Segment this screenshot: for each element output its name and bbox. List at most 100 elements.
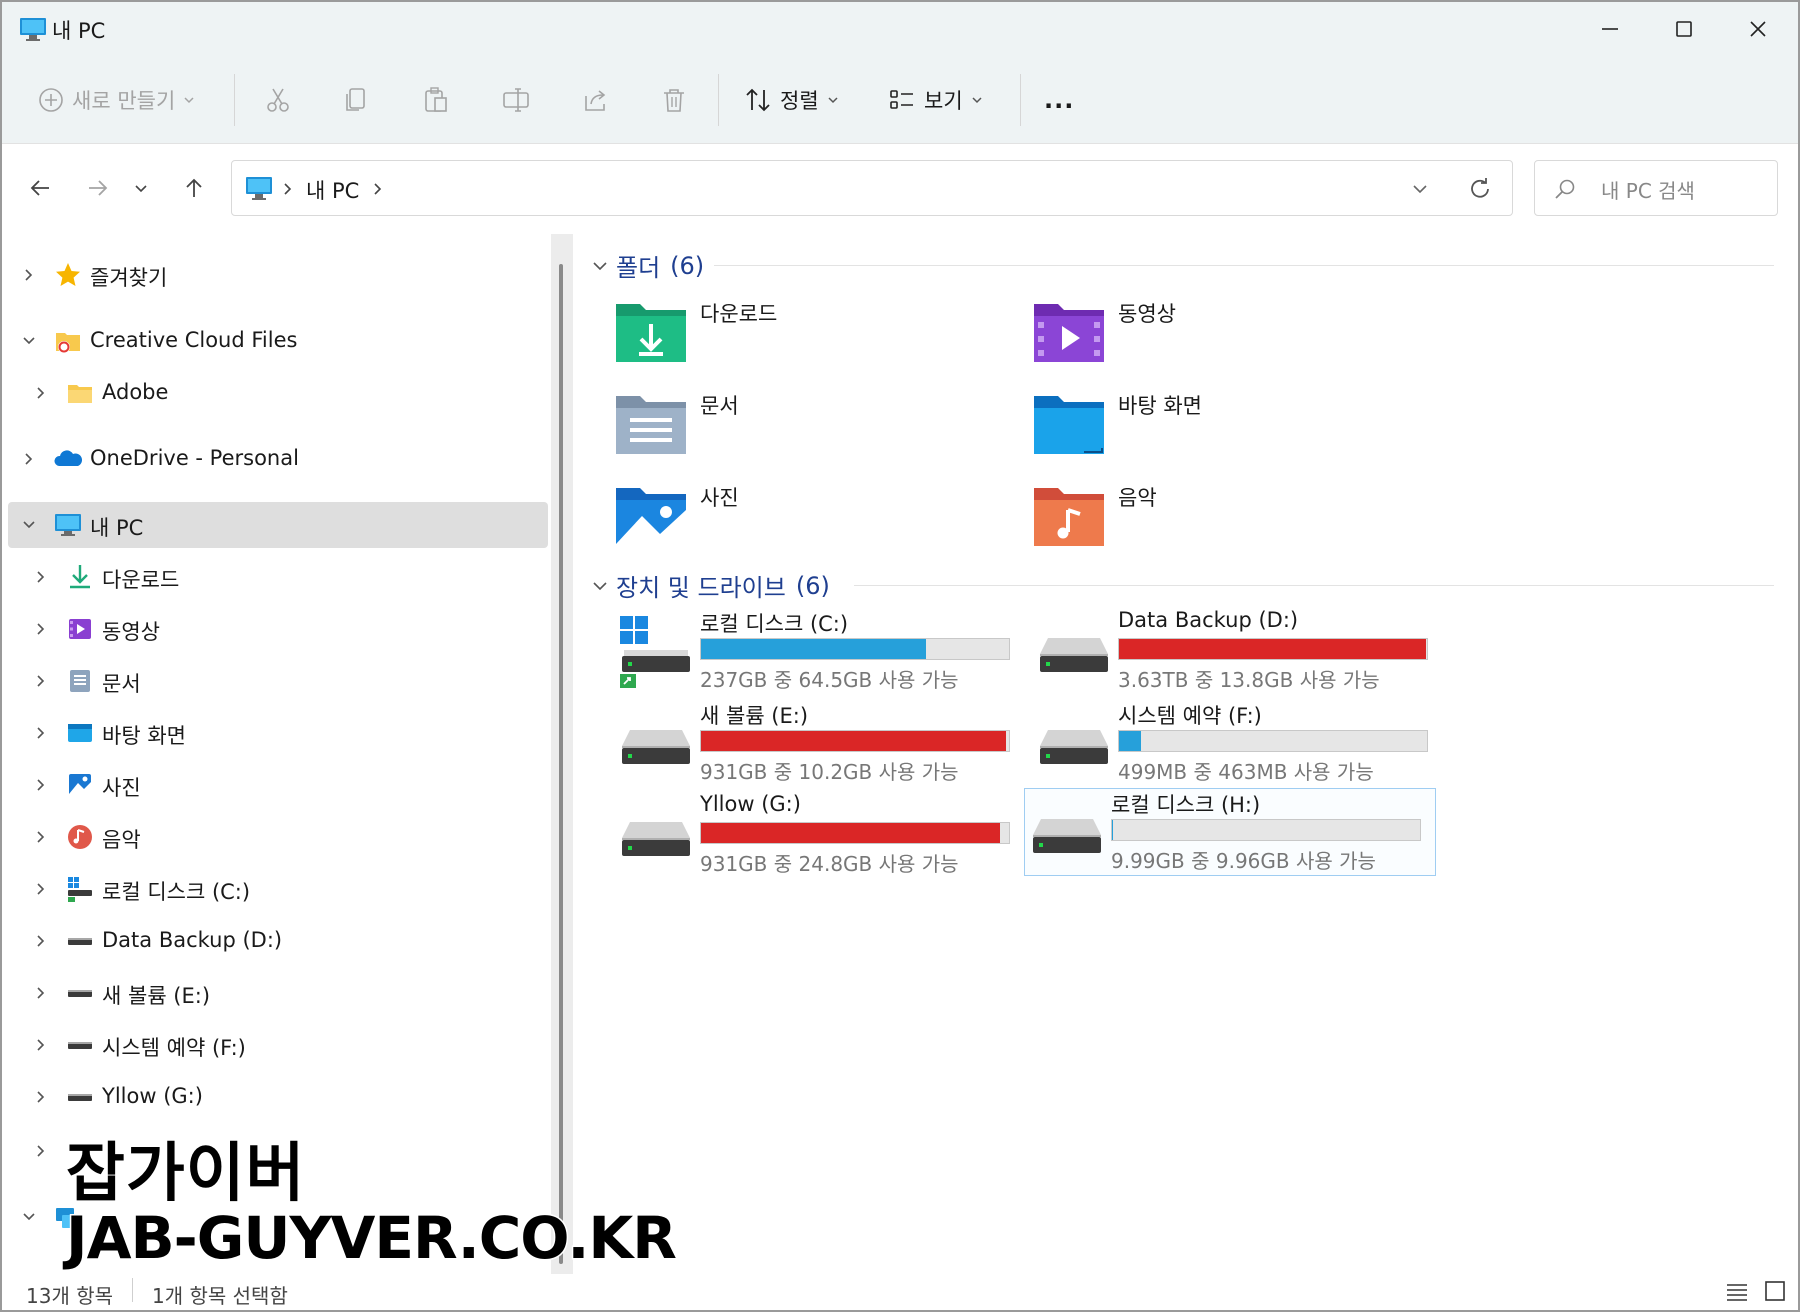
tiles-view-icon[interactable] [1764,1280,1786,1302]
address-bar[interactable]: 내 PC [231,160,1513,216]
sidebar-item-creative-cloud[interactable]: Creative Cloud Files [8,318,548,364]
drives-section-title: 장치 및 드라이브 [616,574,786,602]
sidebar-item-pictures[interactable]: 사진 [8,762,548,808]
rename-icon [503,88,529,112]
chevron-right-icon [284,183,292,195]
chevron-down-icon [184,97,194,104]
watermark-url: JAB-GUYVER.CO.KR [65,1203,679,1274]
more-options-button[interactable]: ... [1044,78,1074,122]
item-count: 13개 항목 [26,1284,114,1308]
up-button[interactable] [172,166,216,210]
chevron-right-icon[interactable] [34,986,48,1000]
drive-name: 시스템 예약 (F:) [1118,704,1262,728]
chevron-right-icon[interactable] [34,778,48,792]
sidebar-item-downloads[interactable]: 다운로드 [8,554,548,600]
folder-name: 다운로드 [700,302,778,326]
close-button[interactable] [1722,2,1794,56]
chevron-right-icon[interactable] [34,570,48,584]
drive-usage-bar [700,822,1010,844]
sidebar-item-label: 다운로드 [102,568,180,592]
folder-tile[interactable]: 음악 [1032,482,1432,568]
chevron-right-icon[interactable] [34,1038,48,1052]
chevron-down-icon[interactable] [1412,181,1428,197]
view-button[interactable]: 보기 [888,78,983,122]
share-button[interactable] [582,78,610,122]
folder-tile[interactable]: 사진 [614,482,1014,568]
folder-tile[interactable]: 동영상 [1032,298,1432,384]
drive-tile[interactable]: Data Backup (D:) 3.63TB 중 13.8GB 사용 가능 [1032,608,1442,694]
folders-section-title: 폴더 [616,254,661,282]
sidebar-item-drive-f[interactable]: 시스템 예약 (F:) [8,1022,548,1068]
scrollbar-thumb[interactable] [559,264,563,1264]
chevron-right-icon[interactable] [34,830,48,844]
chevron-right-icon[interactable] [34,934,48,948]
paste-button[interactable] [422,78,450,122]
sidebar-item-adobe[interactable]: Adobe [8,370,548,416]
drive-tile[interactable]: 시스템 예약 (F:) 499MB 중 463MB 사용 가능 [1032,700,1442,786]
video-folder-icon [1034,304,1104,362]
window-title: 내 PC [52,19,106,43]
drives-section-header[interactable]: 장치 및 드라이브 (6) [592,568,830,603]
drive-tile[interactable]: 로컬 디스크 (H:) 9.99GB 중 9.96GB 사용 가능 [1024,788,1436,876]
chevron-down-icon [972,97,982,104]
folder-tile[interactable]: 바탕 화면 [1032,390,1432,476]
chevron-right-icon[interactable] [34,1144,48,1158]
drive-usage-bar [1111,819,1421,841]
sidebar-item-label: 음악 [102,828,141,852]
delete-button[interactable] [660,78,688,122]
search-box[interactable]: 내 PC 검색 [1534,160,1778,216]
folder-name: 사진 [700,486,739,510]
pane-scrollbar[interactable] [551,234,573,1274]
recent-locations-button[interactable] [126,166,156,210]
cut-button[interactable] [264,78,292,122]
sidebar-item-favorites[interactable]: 즐겨찾기 [8,252,548,298]
chevron-down-icon[interactable] [22,518,36,532]
chevron-down-icon[interactable] [22,334,36,348]
details-view-icon[interactable] [1726,1282,1748,1302]
back-button[interactable] [18,166,62,210]
status-bar: 13개 항목 1개 항목 선택함 [2,1274,1798,1310]
new-button[interactable]: 새로 만들기 [38,78,195,122]
folder-tile[interactable]: 다운로드 [614,298,1014,384]
chevron-right-icon[interactable] [34,726,48,740]
sidebar-item-onedrive[interactable]: OneDrive - Personal [8,436,548,482]
chevron-right-icon[interactable] [22,268,36,282]
sort-button[interactable]: 정렬 [744,78,839,122]
sidebar-item-documents[interactable]: 문서 [8,658,548,704]
drive-tile[interactable]: Yllow (G:) 931GB 중 24.8GB 사용 가능 [614,792,1024,878]
chevron-right-icon[interactable] [34,1090,48,1104]
sidebar-item-drive-d[interactable]: Data Backup (D:) [8,918,548,964]
folders-section-header[interactable]: 폴더 (6) [592,248,704,283]
folder-tile[interactable]: 문서 [614,390,1014,476]
drive-icon [68,990,92,997]
sidebar-item-music[interactable]: 음악 [8,814,548,860]
download-icon [70,565,90,589]
chevron-right-icon[interactable] [22,452,36,466]
chevron-down-icon[interactable] [22,1210,36,1224]
chevron-right-icon[interactable] [34,674,48,688]
drive-tile[interactable]: 새 볼륨 (E:) 931GB 중 10.2GB 사용 가능 [614,700,1024,786]
drive-free-space: 931GB 중 10.2GB 사용 가능 [700,760,959,784]
drive-icon [68,1042,92,1049]
breadcrumb-item[interactable]: 내 PC [306,175,359,205]
status-separator [132,1278,133,1302]
file-explorer-window: 내 PC 새로 만들기 정렬 보기 ... 내 PC 내 PC 검색 즐겨찾기 … [0,0,1800,1312]
forward-button[interactable] [76,166,120,210]
chevron-right-icon[interactable] [34,622,48,636]
arrow-right-icon [89,180,108,196]
sidebar-item-desktop[interactable]: 바탕 화면 [8,710,548,756]
sidebar-item-this-pc[interactable]: 내 PC [8,502,548,548]
chevron-down-icon [135,185,147,193]
sidebar-item-drive-g[interactable]: Yllow (G:) [8,1074,548,1120]
sidebar-item-drive-e[interactable]: 새 볼륨 (E:) [8,970,548,1016]
copy-button[interactable] [342,78,370,122]
sidebar-item-drive-c[interactable]: 로컬 디스크 (C:) [8,866,548,912]
minimize-button[interactable] [1574,2,1646,56]
drive-tile[interactable]: 로컬 디스크 (C:) 237GB 중 64.5GB 사용 가능 [614,608,1024,694]
rename-button[interactable] [502,78,530,122]
maximize-button[interactable] [1648,2,1720,56]
chevron-right-icon[interactable] [34,386,48,400]
sidebar-item-videos[interactable]: 동영상 [8,606,548,652]
refresh-icon[interactable] [1468,177,1492,201]
chevron-right-icon[interactable] [34,882,48,896]
